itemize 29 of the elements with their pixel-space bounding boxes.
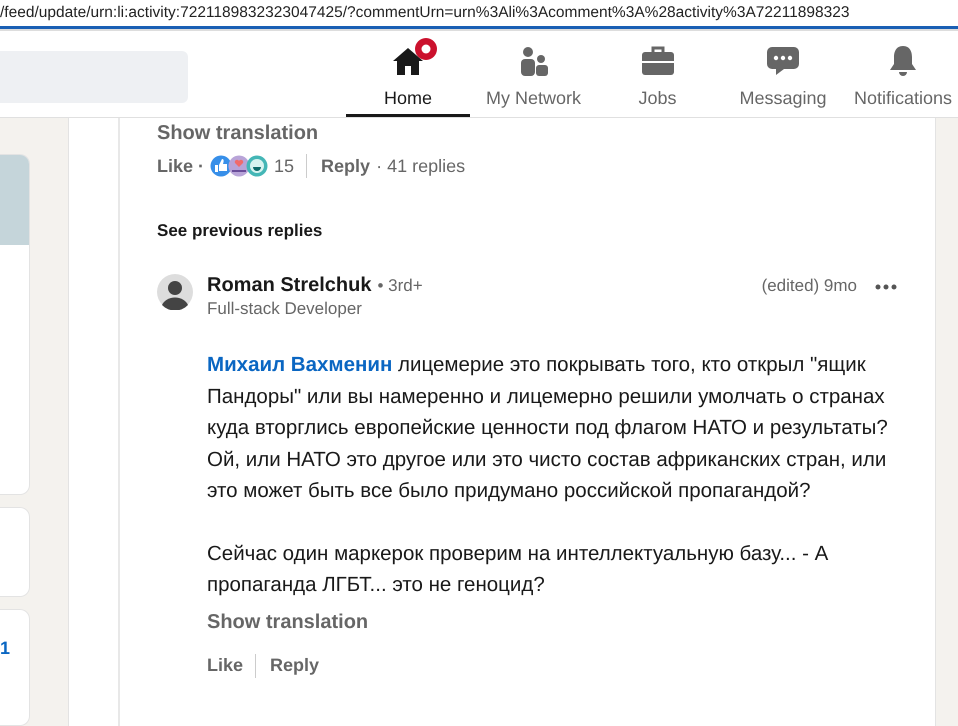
reaction-count: 15 (274, 156, 294, 176)
action-link[interactable]: Like (207, 655, 244, 676)
see-previous-replies-button[interactable]: See previous replies (157, 221, 897, 241)
heart-reaction-icon (228, 155, 250, 177)
avatar (157, 274, 193, 310)
comment-text: Михаил Вахменин лицемерие это покрывать того, кто открыл "ящик Пандоры" или вы намеренно и лицемерно решили умолчать о странах куда вторглись европейские ценности под флагом НАТО и результаты? Ой, или НАТО это другое или это чисто состав африканских стран, или это может быть все было придумано российской пропагандой? (207, 352, 889, 504)
home-icon (392, 46, 424, 76)
nav-tab[interactable]: My Network (470, 31, 597, 117)
chat-icon (766, 46, 800, 76)
action-link[interactable]: Reply (270, 655, 320, 676)
author-headline: Full-stack Developer (207, 299, 363, 319)
show-translation-link[interactable]: Show translation (157, 122, 318, 145)
author-name[interactable]: Roman Strelchuk (207, 274, 372, 297)
count-text: 1 (0, 638, 12, 660)
nav-tab[interactable]: Notifications (848, 31, 958, 117)
nav-tab[interactable]: Messaging (718, 31, 848, 117)
replies-count: · 41 replies (376, 156, 466, 176)
reply-link[interactable]: Reply (321, 156, 370, 176)
bell-icon (888, 45, 918, 77)
mention-link[interactable]: Михаил Вахменин (207, 353, 392, 376)
show-translation-link[interactable]: Show translation (207, 610, 368, 634)
like-reaction-icon (210, 155, 232, 177)
briefcase-icon (640, 46, 674, 76)
nav-tab[interactable]: Jobs (597, 31, 718, 117)
comment-time: (edited) 9mo (762, 276, 857, 296)
like-link[interactable]: Like · (157, 156, 204, 176)
comment-text: Сейчас один маркерок проверим на интеллектуальную базу... - А пропаганда ЛГБТ... это не геноцид? (207, 540, 830, 598)
connection-degree: • 3rd+ (377, 276, 423, 296)
smile-reaction-icon (246, 155, 268, 177)
